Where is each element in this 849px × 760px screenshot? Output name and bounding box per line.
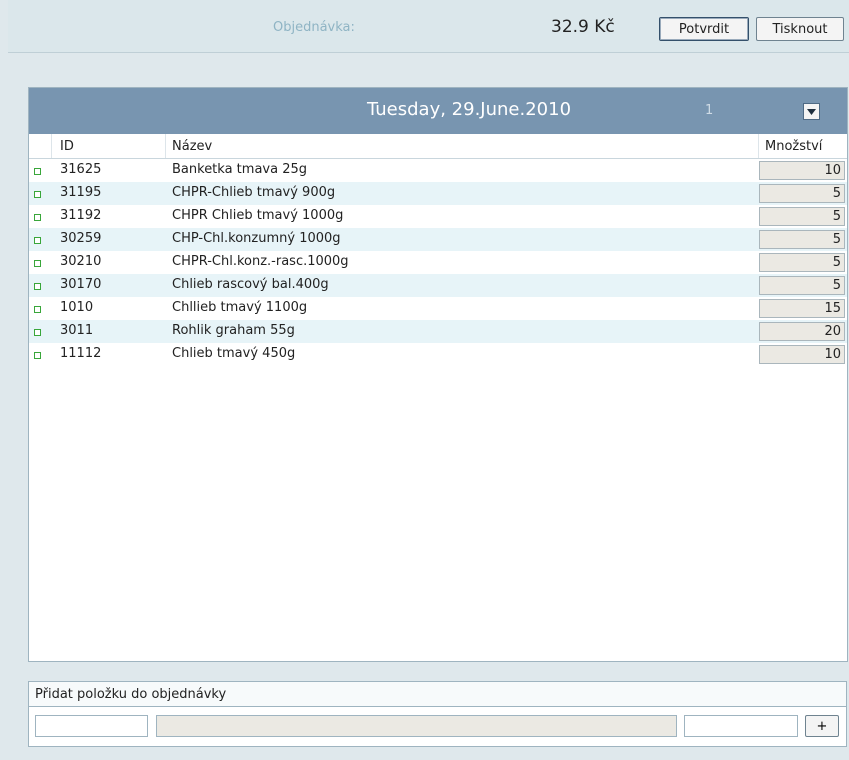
date-dropdown-button[interactable]: [803, 103, 820, 120]
item-quantity-input[interactable]: [684, 715, 798, 737]
confirm-button[interactable]: Potvrdit: [659, 17, 749, 41]
date-header: Tuesday, 29.June.2010 1: [29, 88, 847, 134]
item-name: Chlieb tmavý 450g: [172, 346, 296, 361]
quantity-field[interactable]: 5: [759, 230, 845, 249]
quantity-field[interactable]: 10: [759, 161, 845, 180]
row-marker-icon: [34, 306, 41, 313]
print-button[interactable]: Tisknout: [756, 17, 844, 41]
column-divider: [165, 134, 166, 158]
table-row[interactable]: 1010 Chllieb tmavý 1100g 15: [29, 297, 847, 320]
item-code-input[interactable]: [35, 715, 148, 737]
order-panel: Tuesday, 29.June.2010 1 ID Název Množstv…: [28, 87, 848, 662]
order-toolbar: Objednávka: 32.9 Kč Potvrdit Tisknout: [8, 0, 849, 53]
item-name: Rohlik graham 55g: [172, 323, 295, 338]
row-marker-icon: [34, 191, 41, 198]
item-name-field[interactable]: [156, 715, 677, 737]
item-id: 30170: [60, 277, 102, 292]
item-name: CHP-Chl.konzumný 1000g: [172, 231, 341, 246]
quantity-field[interactable]: 5: [759, 253, 845, 272]
item-id: 11112: [60, 346, 102, 361]
row-marker-icon: [34, 168, 41, 175]
chevron-down-icon: [807, 108, 816, 115]
table-row[interactable]: 30210 CHPR-Chl.konz.-rasc.1000g 5: [29, 251, 847, 274]
item-id: 3011: [60, 323, 94, 338]
column-header-id[interactable]: ID: [60, 139, 74, 154]
quantity-field[interactable]: 5: [759, 184, 845, 203]
add-item-section-title: Přidat položku do objednávky: [28, 681, 847, 707]
item-id: 31625: [60, 162, 102, 177]
order-count: 1: [705, 103, 714, 118]
quantity-field[interactable]: 20: [759, 322, 845, 341]
row-marker-icon: [34, 237, 41, 244]
column-divider: [51, 134, 52, 158]
order-label: Objednávka:: [273, 20, 355, 35]
column-divider: [758, 134, 759, 158]
item-name: Banketka tmava 25g: [172, 162, 307, 177]
add-item-form: +: [28, 707, 847, 747]
table-row[interactable]: 31195 CHPR-Chlieb tmavý 900g 5: [29, 182, 847, 205]
column-header-name[interactable]: Název: [172, 139, 212, 154]
order-total: 32.9 Kč: [551, 17, 615, 37]
table-row[interactable]: 11112 Chlieb tmavý 450g 10: [29, 343, 847, 366]
item-id: 30210: [60, 254, 102, 269]
table-header: ID Název Množství: [29, 134, 847, 159]
quantity-field[interactable]: 5: [759, 276, 845, 295]
quantity-field[interactable]: 10: [759, 345, 845, 364]
quantity-field[interactable]: 5: [759, 207, 845, 226]
column-header-quantity[interactable]: Množství: [765, 139, 822, 154]
row-marker-icon: [34, 352, 41, 359]
item-id: 1010: [60, 300, 94, 315]
item-name: CHPR Chlieb tmavý 1000g: [172, 208, 344, 223]
item-name: Chlieb rascový bal.400g: [172, 277, 329, 292]
item-name: Chllieb tmavý 1100g: [172, 300, 308, 315]
table-row[interactable]: 30259 CHP-Chl.konzumný 1000g 5: [29, 228, 847, 251]
row-marker-icon: [34, 329, 41, 336]
item-name: CHPR-Chlieb tmavý 900g: [172, 185, 336, 200]
quantity-field[interactable]: 15: [759, 299, 845, 318]
row-marker-icon: [34, 260, 41, 267]
row-marker-icon: [34, 214, 41, 221]
table-row[interactable]: 30170 Chlieb rascový bal.400g 5: [29, 274, 847, 297]
add-item-label: Přidat položku do objednávky: [35, 687, 227, 702]
item-id: 30259: [60, 231, 102, 246]
item-id: 31192: [60, 208, 102, 223]
table-row[interactable]: 3011 Rohlik graham 55g 20: [29, 320, 847, 343]
item-name: CHPR-Chl.konz.-rasc.1000g: [172, 254, 349, 269]
item-id: 31195: [60, 185, 102, 200]
add-item-button[interactable]: +: [805, 715, 839, 737]
table-row[interactable]: 31192 CHPR Chlieb tmavý 1000g 5: [29, 205, 847, 228]
date-title: Tuesday, 29.June.2010: [367, 99, 572, 120]
table-row[interactable]: 31625 Banketka tmava 25g 10: [29, 159, 847, 182]
items-table: 31625 Banketka tmava 25g 10 31195 CHPR-C…: [29, 159, 847, 366]
row-marker-icon: [34, 283, 41, 290]
